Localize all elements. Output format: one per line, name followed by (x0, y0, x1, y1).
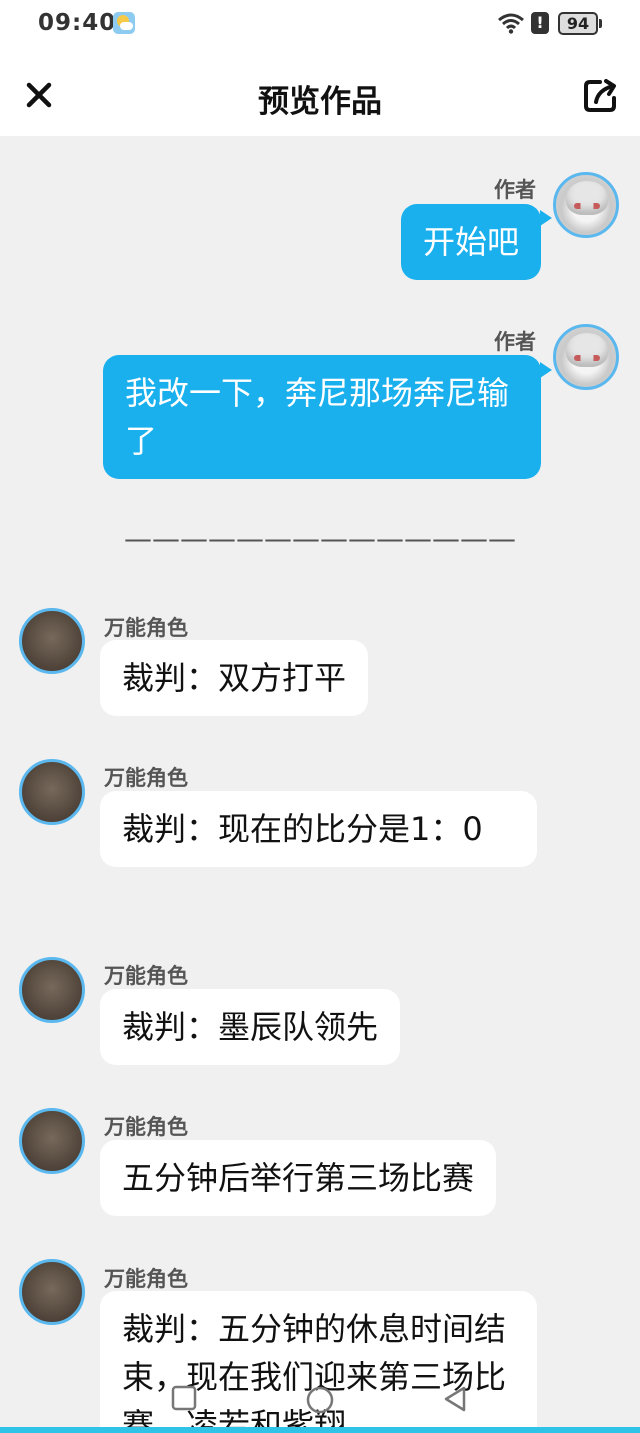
sender-name: 作者 (494, 330, 536, 354)
battery-icon: 94 (558, 12, 598, 35)
role-avatar[interactable] (19, 608, 85, 674)
back-icon[interactable] (440, 1384, 470, 1414)
wifi-icon (498, 13, 524, 34)
author-avatar[interactable] (553, 324, 619, 390)
page-title: 预览作品 (258, 84, 382, 120)
top-nav-bar: 预览作品 (0, 52, 640, 136)
chat-preview-list[interactable]: 作者 开始吧 作者 我改一下，奔尼那场奔尼输了 —————————————— 万… (0, 136, 640, 1433)
alert-icon: ! (531, 12, 549, 34)
message-bubble[interactable]: 裁判：墨辰队领先 (100, 989, 401, 1065)
sender-name: 万能角色 (104, 616, 188, 640)
role-avatar[interactable] (19, 759, 85, 825)
message-bubble[interactable]: 我改一下，奔尼那场奔尼输了 (103, 355, 541, 479)
battery-tip (599, 19, 602, 28)
sender-name: 万能角色 (104, 766, 188, 790)
weather-icon (113, 12, 135, 34)
message-bubble[interactable]: 裁判：双方打平 (100, 640, 369, 716)
bubble-tail (540, 210, 552, 226)
system-nav-bar (0, 1378, 640, 1433)
sender-name: 万能角色 (104, 1267, 188, 1291)
role-avatar[interactable] (19, 1108, 85, 1174)
sender-name: 作者 (494, 178, 536, 202)
home-icon[interactable] (304, 1384, 336, 1416)
status-bar: 09:40 ! 94 (0, 0, 640, 52)
role-avatar[interactable] (19, 1259, 85, 1325)
close-icon[interactable] (20, 76, 58, 114)
message-bubble[interactable]: 开始吧 (400, 204, 541, 280)
sender-name: 万能角色 (104, 964, 188, 988)
bottom-accent-strip (0, 1427, 640, 1433)
author-avatar[interactable] (553, 172, 619, 238)
role-avatar[interactable] (19, 957, 85, 1023)
message-bubble[interactable]: 裁判：现在的比分是1：0 (100, 791, 537, 867)
bubble-tail (540, 362, 552, 378)
message-bubble[interactable]: 五分钟后举行第三场比赛 (100, 1140, 497, 1216)
scene-divider: —————————————— (124, 522, 516, 555)
sender-name: 万能角色 (104, 1115, 188, 1139)
share-icon[interactable] (580, 76, 620, 116)
recent-apps-icon[interactable] (170, 1384, 198, 1412)
status-time: 09:40 (38, 10, 117, 36)
